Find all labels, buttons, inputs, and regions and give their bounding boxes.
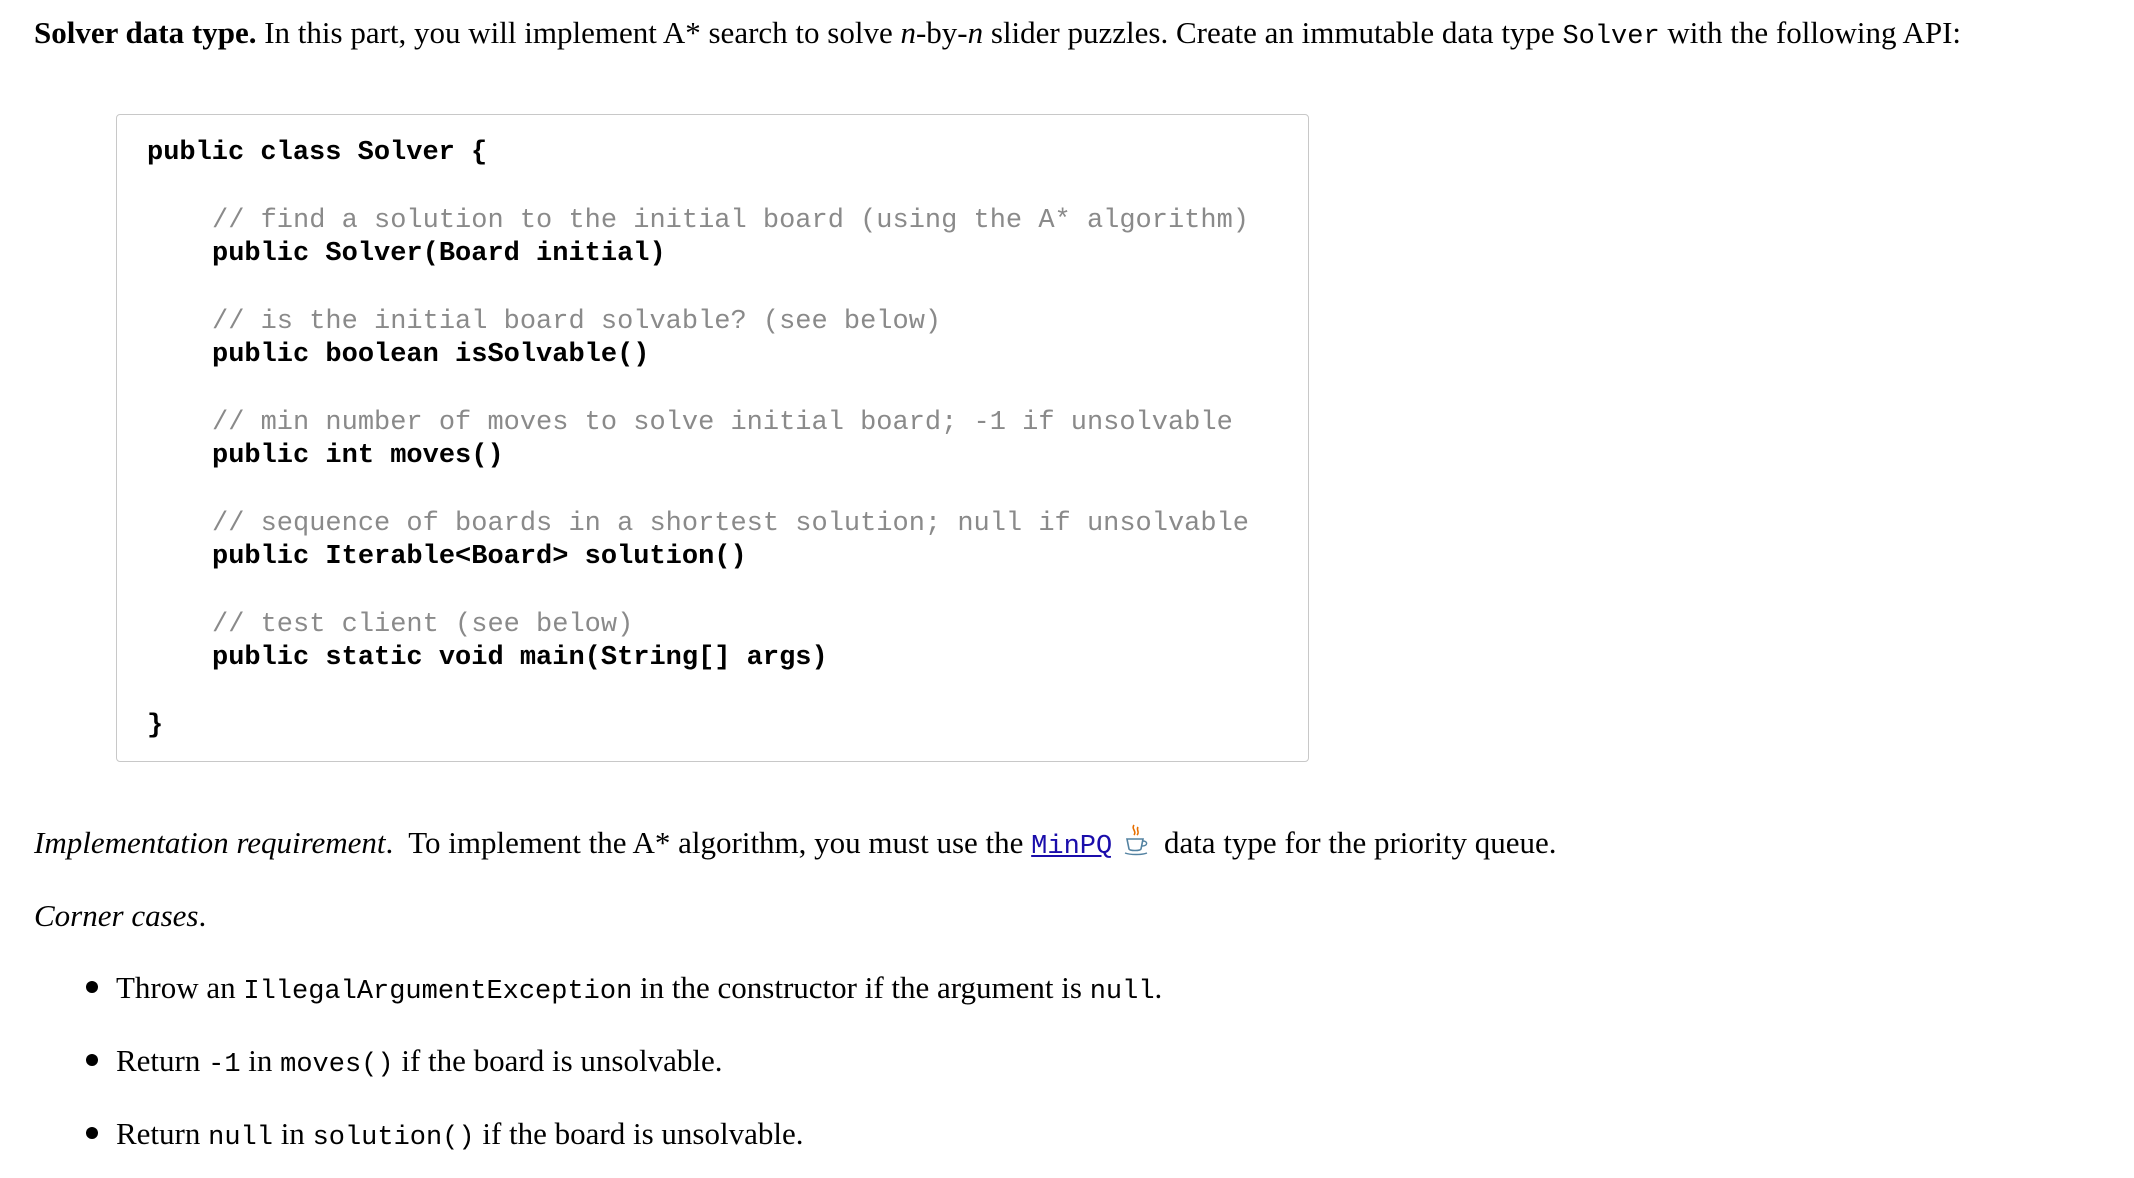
method-signature: public boolean isSolvable()	[212, 340, 650, 370]
bullet-code: null	[1089, 977, 1155, 1007]
bullet-text-post: .	[1154, 970, 1163, 1005]
intro-n-2: n	[967, 15, 984, 50]
bullet-code: IllegalArgumentException	[243, 977, 633, 1007]
bullet-dot	[86, 981, 98, 993]
intro-n-1: n	[900, 15, 916, 50]
bullet-code: moves()	[280, 1050, 394, 1080]
section-heading: Solver data type.	[34, 15, 257, 50]
bullet-text-mid: in	[272, 1116, 313, 1151]
api-code-box: public class Solver { // find a solution…	[116, 114, 1309, 762]
bullet-text-mid: in	[240, 1043, 281, 1078]
class-close-brace: }	[147, 711, 164, 741]
bullet-code: null	[208, 1123, 273, 1153]
corner-cases-label: Corner cases	[34, 898, 199, 933]
bullet-text-pre: Return	[116, 1043, 209, 1078]
implementation-label: Implementation requirement	[34, 825, 386, 860]
bullet-text-pre: Return	[116, 1116, 209, 1151]
list-item: Throw an IllegalArgumentException in the…	[116, 968, 1162, 1012]
method-signature: public Solver(Board initial)	[212, 239, 666, 269]
method-signature: public static void main(String[] args)	[212, 643, 828, 673]
bullet-dot	[86, 1054, 98, 1066]
intro-text-3: with the following API:	[1659, 15, 1962, 50]
implementation-paragraph: Implementation requirement. To implement…	[34, 823, 1556, 867]
bullet-text-pre: Throw an	[116, 970, 244, 1005]
bullet-text-mid: in the constructor if the argument is	[632, 970, 1090, 1005]
implementation-text-2: data type for the priority queue.	[1156, 825, 1557, 860]
intro-by: -by-	[915, 15, 968, 50]
method-comment: // find a solution to the initial board …	[212, 206, 1249, 236]
method-comment: // test client (see below)	[212, 610, 634, 640]
implementation-text-1: To implement the A* algorithm, you must …	[393, 825, 1032, 860]
bullet-dot	[86, 1127, 98, 1139]
intro-solver-code: Solver	[1562, 22, 1660, 52]
corner-cases-paragraph: Corner cases.	[34, 896, 206, 936]
intro-text-1: In this part, you will implement A* sear…	[256, 15, 901, 50]
java-cup-icon[interactable]	[1122, 823, 1150, 867]
list-item: Return null in solution() if the board i…	[116, 1114, 803, 1158]
class-declaration: public class Solver {	[147, 138, 488, 168]
intro-paragraph: Solver data type. In this part, you will…	[34, 13, 1961, 57]
bullet-code: -1	[208, 1050, 241, 1080]
method-comment: // min number of moves to solve initial …	[212, 408, 1233, 438]
intro-text-2: slider puzzles. Create an immutable data…	[983, 15, 1563, 50]
bullet-code: solution()	[312, 1123, 475, 1153]
method-comment: // sequence of boards in a shortest solu…	[212, 509, 1249, 539]
corner-cases-period: .	[198, 898, 207, 933]
bullet-text-post: if the board is unsolvable.	[474, 1116, 804, 1151]
list-item: Return -1 in moves() if the board is uns…	[116, 1041, 722, 1085]
bullet-text-post: if the board is unsolvable.	[393, 1043, 723, 1078]
method-signature: public Iterable<Board> solution()	[212, 542, 747, 572]
method-comment: // is the initial board solvable? (see b…	[212, 307, 942, 337]
method-signature: public int moves()	[212, 441, 504, 471]
minpq-link[interactable]: MinPQ	[1031, 832, 1112, 862]
